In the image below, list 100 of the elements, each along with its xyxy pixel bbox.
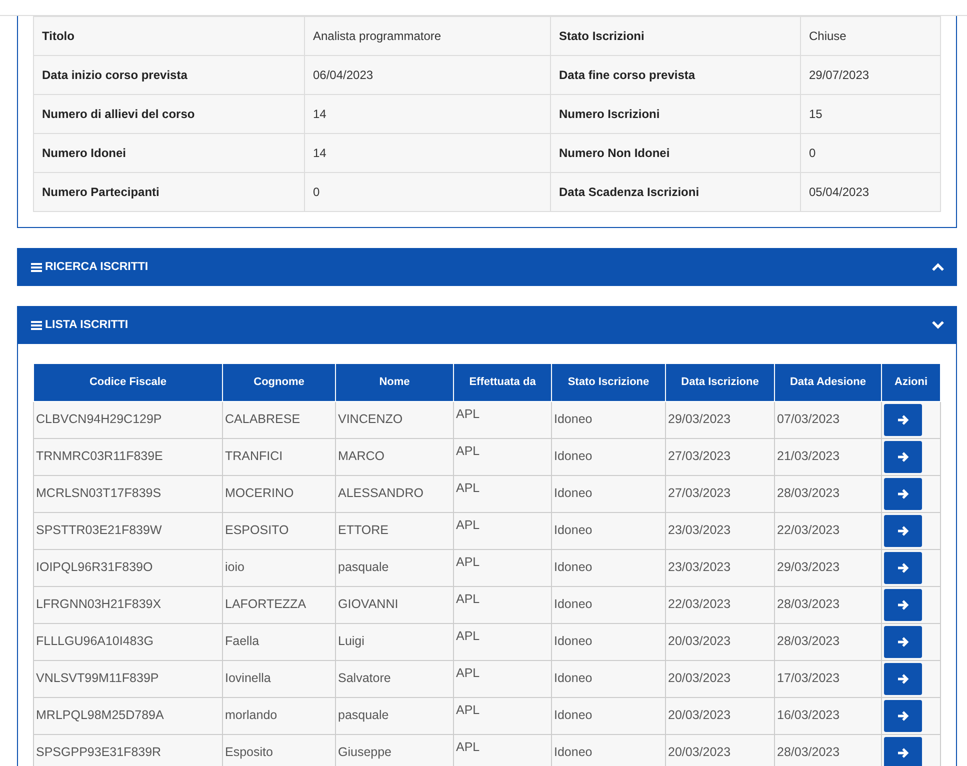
- table-cell: VNLSVT99M11F839P: [34, 660, 222, 697]
- field-value: Analista programmatore: [304, 16, 550, 56]
- panel-title: LISTA ISCRITTI: [45, 319, 128, 331]
- table-cell: 29/03/2023: [774, 549, 882, 586]
- table-cell: APL: [454, 734, 552, 766]
- table-cell: 27/03/2023: [666, 438, 774, 475]
- column-header: Nome: [336, 364, 454, 401]
- open-button[interactable]: [884, 514, 922, 546]
- table-cell: APL: [454, 697, 552, 734]
- menu-icon: [31, 320, 42, 330]
- table-cell: Idoneo: [552, 660, 666, 697]
- table-cell: Iovinella: [222, 660, 336, 697]
- arrow-right-icon: [897, 562, 909, 574]
- column-header: Data Adesione: [774, 364, 882, 401]
- table-cell: LFRGNN03H21F839X: [34, 586, 222, 623]
- table-cell: 23/03/2023: [666, 512, 774, 549]
- arrow-right-icon: [897, 746, 909, 758]
- open-button[interactable]: [884, 588, 922, 620]
- arrow-right-icon: [897, 598, 909, 610]
- table-cell: MARCO: [336, 438, 454, 475]
- field-value: 0: [800, 134, 940, 172]
- field-label: Numero Iscrizioni: [550, 94, 800, 134]
- table-cell: 16/03/2023: [774, 697, 882, 734]
- table-cell: 17/03/2023: [774, 660, 882, 697]
- field-label: Numero Idonei: [34, 134, 304, 172]
- table-cell: 27/03/2023: [666, 475, 774, 512]
- table-cell: APL: [454, 623, 552, 660]
- table-cell: ETTORE: [336, 512, 454, 549]
- table-cell: Idoneo: [552, 623, 666, 660]
- open-button[interactable]: [884, 552, 922, 584]
- table-cell: Salvatore: [336, 660, 454, 697]
- chevron-up-icon[interactable]: [931, 262, 945, 272]
- arrow-right-icon: [897, 450, 909, 462]
- table-cell: 21/03/2023: [774, 438, 882, 475]
- table-cell: VINCENZO: [336, 401, 454, 438]
- table-cell: APL: [454, 549, 552, 586]
- table-cell: Idoneo: [552, 438, 666, 475]
- panel-header[interactable]: LISTA ISCRITTI: [17, 306, 957, 344]
- arrow-right-icon: [897, 672, 909, 684]
- table-cell: LAFORTEZZA: [222, 586, 336, 623]
- table-cell: 29/03/2023: [666, 401, 774, 438]
- table-cell: MOCERINO: [222, 475, 336, 512]
- table-cell: APL: [454, 401, 552, 438]
- table-cell: morlando: [222, 697, 336, 734]
- field-value: 0: [304, 172, 550, 212]
- table-cell: SPSTTR03E21F839W: [34, 512, 222, 549]
- table-cell: Esposito: [222, 734, 336, 766]
- arrow-right-icon: [897, 636, 909, 648]
- table-cell: 20/03/2023: [666, 660, 774, 697]
- field-label: Data inizio corso prevista: [34, 56, 304, 94]
- field-value: 14: [304, 94, 550, 134]
- table-cell: 20/03/2023: [666, 734, 774, 766]
- table-cell: APL: [454, 660, 552, 697]
- table-cell: 20/03/2023: [666, 697, 774, 734]
- column-header: Cognome: [222, 364, 336, 401]
- table-cell: ALESSANDRO: [336, 475, 454, 512]
- table-cell: 28/03/2023: [774, 623, 882, 660]
- open-button[interactable]: [884, 736, 922, 766]
- field-value: 29/07/2023: [800, 56, 940, 94]
- field-value: 15: [800, 94, 940, 134]
- table-cell: 28/03/2023: [774, 475, 882, 512]
- table-cell: CALABRESE: [222, 401, 336, 438]
- table-cell: 28/03/2023: [774, 586, 882, 623]
- arrow-right-icon: [897, 524, 909, 536]
- open-button[interactable]: [884, 440, 922, 472]
- field-label: Data fine corso prevista: [550, 56, 800, 94]
- panel-header[interactable]: RICERCA ISCRITTI: [17, 248, 957, 286]
- table-cell: Giuseppe: [336, 734, 454, 766]
- table-cell: ioio: [222, 549, 336, 586]
- table-cell: 07/03/2023: [774, 401, 882, 438]
- open-button[interactable]: [884, 662, 922, 694]
- chevron-down-icon[interactable]: [931, 320, 945, 330]
- field-value: 06/04/2023: [304, 56, 550, 94]
- table-cell: SPSGPP93E31F839R: [34, 734, 222, 766]
- table-cell: CLBVCN94H29C129P: [34, 401, 222, 438]
- table-cell: pasquale: [336, 549, 454, 586]
- panel-title: RICERCA ISCRITTI: [45, 261, 148, 273]
- table-cell: Faella: [222, 623, 336, 660]
- table-cell: 22/03/2023: [666, 586, 774, 623]
- table-cell: APL: [454, 475, 552, 512]
- table-cell: APL: [454, 512, 552, 549]
- field-value: 05/04/2023: [800, 172, 940, 212]
- table-cell: MRLPQL98M25D789A: [34, 697, 222, 734]
- table-cell: FLLLGU96A10I483G: [34, 623, 222, 660]
- field-label: Data Scadenza Iscrizioni: [550, 172, 800, 212]
- table-cell: pasquale: [336, 697, 454, 734]
- table-cell: Idoneo: [552, 512, 666, 549]
- table-cell: Luigi: [336, 623, 454, 660]
- table-cell: Idoneo: [552, 586, 666, 623]
- open-button[interactable]: [884, 626, 922, 658]
- open-button[interactable]: [884, 404, 922, 436]
- column-header: Stato Iscrizione: [552, 364, 666, 401]
- table-cell: 23/03/2023: [666, 549, 774, 586]
- table-cell: MCRLSN03T17F839S: [34, 475, 222, 512]
- table-cell: Idoneo: [552, 734, 666, 766]
- table-cell: TRANFICI: [222, 438, 336, 475]
- column-header: Codice Fiscale: [34, 364, 222, 401]
- open-button[interactable]: [884, 478, 922, 510]
- field-label: Titolo: [34, 16, 304, 56]
- open-button[interactable]: [884, 700, 922, 732]
